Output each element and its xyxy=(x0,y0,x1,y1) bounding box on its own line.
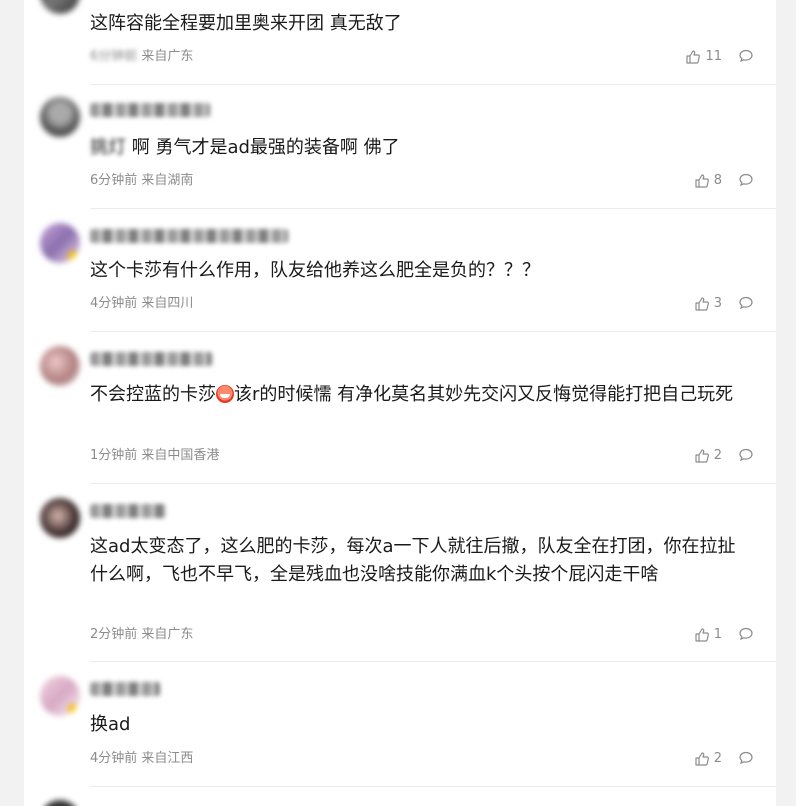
comment-meta: 4分钟前 来自四川 xyxy=(90,296,193,312)
comment-time: 6分钟前 xyxy=(90,173,138,188)
comment-text: 换ad xyxy=(90,714,131,735)
verified-badge-icon xyxy=(68,251,78,261)
divider xyxy=(90,661,776,662)
username[interactable] xyxy=(90,229,288,243)
comment-bubble-icon xyxy=(738,172,754,188)
like-button[interactable]: 2 xyxy=(694,751,722,767)
comment-text-blurred: 挑灯 xyxy=(90,137,126,158)
reply-button[interactable] xyxy=(738,295,754,311)
comment-bubble-icon xyxy=(738,447,754,463)
comment-text: 挑灯 啊 勇气才是ad最强的装备啊 佛了 xyxy=(90,137,400,158)
divider xyxy=(90,208,776,209)
comment-bubble-icon xyxy=(738,48,754,64)
username[interactable] xyxy=(90,504,166,518)
divider xyxy=(90,483,776,484)
reply-button[interactable] xyxy=(738,750,754,766)
reply-button[interactable] xyxy=(738,172,754,188)
comment-time: 6分钟前 xyxy=(90,49,138,64)
like-count: 1 xyxy=(713,627,722,642)
username[interactable] xyxy=(90,682,160,696)
thumbs-up-icon xyxy=(694,627,710,643)
comment-list: 这阵容能全程要加里奥来开团 真无敌了 6分钟前 来自广东 11 挑灯 啊 勇气才… xyxy=(24,0,776,806)
comment-meta: 2分钟前 来自广东 xyxy=(90,627,193,643)
comment-location: 来自湖南 xyxy=(141,173,194,188)
like-count: 2 xyxy=(713,448,722,463)
reply-button[interactable] xyxy=(738,48,754,64)
reply-button[interactable] xyxy=(738,447,754,463)
like-button[interactable]: 3 xyxy=(694,296,722,312)
comment-text: 这个卡莎有什么作用，队友给他养这么肥全是负的？？？ xyxy=(90,260,540,281)
divider xyxy=(90,84,776,85)
like-count: 2 xyxy=(713,751,722,766)
avatar[interactable] xyxy=(40,676,80,716)
divider xyxy=(90,331,776,332)
comment-location: 来自中国香港 xyxy=(141,448,220,463)
avatar[interactable] xyxy=(40,498,80,538)
reply-button[interactable] xyxy=(738,626,754,642)
thumbs-up-icon xyxy=(694,296,710,312)
comment-location: 来自广东 xyxy=(141,627,194,642)
thumbs-up-icon xyxy=(694,751,710,767)
divider xyxy=(90,786,776,787)
thumbs-up-icon xyxy=(685,49,701,65)
comment-location: 来自江西 xyxy=(141,751,194,766)
avatar[interactable] xyxy=(40,0,80,14)
username[interactable] xyxy=(90,103,210,117)
username[interactable] xyxy=(90,352,212,366)
comment-text: 这ad太变态了，这么肥的卡莎，每次a一下人就往后撤，队友全在打团，你在拉扯什么啊… xyxy=(90,536,736,585)
like-button[interactable]: 2 xyxy=(694,448,722,464)
comment-time: 1分钟前 xyxy=(90,448,138,463)
comment-meta: 6分钟前 来自广东 xyxy=(90,49,193,65)
verified-badge-icon xyxy=(68,704,78,714)
comment-location: 来自广东 xyxy=(141,49,194,64)
thumbs-up-icon xyxy=(694,448,710,464)
avatar[interactable] xyxy=(40,800,80,806)
comment-bubble-icon xyxy=(738,626,754,642)
comment-time: 4分钟前 xyxy=(90,751,138,766)
red-smiling-face-icon xyxy=(216,385,234,403)
thumbs-up-icon xyxy=(694,173,710,189)
comment-time: 2分钟前 xyxy=(90,627,138,642)
avatar[interactable] xyxy=(40,346,80,386)
like-count: 11 xyxy=(705,49,722,64)
comment-time: 4分钟前 xyxy=(90,296,138,311)
comment-location: 来自四川 xyxy=(141,296,194,311)
comment-bubble-icon xyxy=(738,295,754,311)
comment-meta: 1分钟前 来自中国香港 xyxy=(90,448,219,464)
like-count: 3 xyxy=(713,296,722,311)
like-count: 8 xyxy=(713,173,722,188)
like-button[interactable]: 8 xyxy=(694,173,722,189)
comment-text: 不会控蓝的卡莎 该r的时候懦 有净化莫名其妙先交闪又反悔觉得能打把自己玩死 xyxy=(90,384,734,405)
comment-meta: 4分钟前 来自江西 xyxy=(90,751,193,767)
comment-bubble-icon xyxy=(738,750,754,766)
like-button[interactable]: 1 xyxy=(694,627,722,643)
avatar[interactable] xyxy=(40,223,80,263)
comment-meta: 6分钟前 来自湖南 xyxy=(90,173,193,189)
comment-text: 这阵容能全程要加里奥来开团 真无敌了 xyxy=(90,13,402,34)
avatar[interactable] xyxy=(40,97,80,137)
like-button[interactable]: 11 xyxy=(685,49,722,65)
